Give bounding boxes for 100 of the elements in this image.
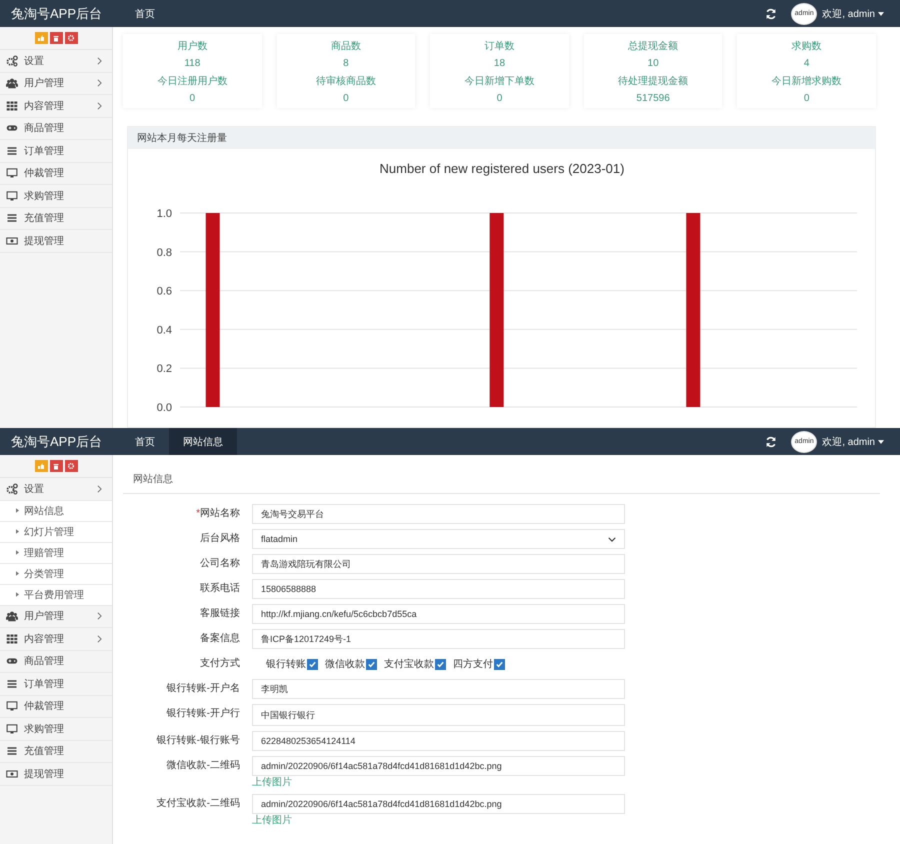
gear-icon xyxy=(66,34,74,42)
input-field[interactable]: 兔淘号交易平台 xyxy=(252,504,625,524)
stat-value: 118 xyxy=(184,58,200,68)
axis-label: 1.0 xyxy=(156,208,172,220)
select-field[interactable]: flatadmin xyxy=(252,529,625,549)
stat-label: 今日新增求购数 xyxy=(772,74,842,88)
grid-icon xyxy=(6,632,18,645)
checkbox[interactable] xyxy=(494,658,505,670)
stat-label: 商品数 xyxy=(330,40,361,52)
sidebar-item[interactable]: 仲裁管理 xyxy=(0,162,112,185)
panel-title: 网站本月每天注册量 xyxy=(137,132,227,145)
sidebar-item[interactable]: 充值管理 xyxy=(0,208,112,230)
stat-value: 0 xyxy=(190,92,196,104)
submenu-item[interactable]: 分类管理 xyxy=(0,564,112,584)
user-menu[interactable]: 欢迎, admin xyxy=(817,0,900,27)
sidebar-item[interactable]: 用户管理 xyxy=(0,606,112,628)
stat-label: 待处理提现金额 xyxy=(618,74,688,88)
stat-value: 0 xyxy=(804,92,810,104)
nav-tab[interactable]: 首页 xyxy=(121,428,169,455)
monitor-icon xyxy=(6,167,18,180)
option-label: 四方支付 xyxy=(453,658,493,671)
axis-label: 0.8 xyxy=(156,246,172,259)
sidebar-item[interactable]: 充值管理 xyxy=(0,740,112,763)
field-label: 客服链接 xyxy=(199,606,241,621)
stat-value: 18 xyxy=(494,58,506,68)
sidebar-item[interactable]: 设置 xyxy=(0,50,112,72)
user-menu[interactable]: 欢迎, admin xyxy=(817,428,900,455)
field-label: *网站名称 xyxy=(195,506,241,521)
app-title: 兔淘号APP后台 xyxy=(10,432,102,450)
sidebar-item[interactable]: 仲裁管理 xyxy=(0,696,112,718)
textarea-field[interactable]: 中国银行银行 xyxy=(252,704,625,726)
tool-button[interactable] xyxy=(50,32,62,44)
sidebar-item[interactable]: 求购管理 xyxy=(0,718,112,740)
field-label: 银行转账-开户名 xyxy=(166,682,241,696)
chevron-down-icon xyxy=(608,536,616,542)
field-label: 支付方式 xyxy=(199,656,241,671)
submenu-item[interactable]: 平台费用管理 xyxy=(0,584,112,606)
caret-icon xyxy=(878,440,884,444)
caret-icon xyxy=(16,571,19,576)
stat-label: 求购数 xyxy=(792,40,822,52)
thumb-icon xyxy=(36,34,44,42)
field-label: 备案信息 xyxy=(199,632,241,646)
input-field[interactable]: 6228480253654124114 xyxy=(252,731,625,751)
sidebar-item[interactable]: 提现管理 xyxy=(0,763,112,786)
nav-tab[interactable]: 网站信息 xyxy=(169,428,237,455)
input-field[interactable]: 青岛游戏陪玩有限公司 xyxy=(252,554,625,574)
refresh-icon[interactable] xyxy=(765,436,778,448)
stat-value: 8 xyxy=(343,58,349,68)
caret-icon xyxy=(16,529,19,534)
tool-button[interactable] xyxy=(50,460,62,472)
input-field[interactable]: admin/20220906/6f14ac581a78d4fcd41d81681d1d42bc.png xyxy=(252,794,625,814)
sidebar-item[interactable]: 订单管理 xyxy=(0,140,112,162)
input-field[interactable]: 15806588888 xyxy=(252,579,625,599)
sidebar-item[interactable]: 内容管理 xyxy=(0,628,112,650)
users-icon xyxy=(6,610,18,622)
axis-label: 0.2 xyxy=(156,363,172,376)
monitor-icon xyxy=(6,700,18,712)
sidebar-item[interactable]: 商品管理 xyxy=(0,650,112,673)
sidebar-item[interactable]: 订单管理 xyxy=(0,673,112,696)
option-label: 银行转账 xyxy=(266,658,306,671)
axis-label: 0.0 xyxy=(156,402,172,414)
tool-button[interactable] xyxy=(64,32,78,44)
gears-icon xyxy=(6,482,18,495)
list-icon xyxy=(6,745,18,758)
users-icon xyxy=(6,77,18,90)
checkbox[interactable] xyxy=(366,658,377,670)
list-icon xyxy=(6,678,18,690)
caret-icon xyxy=(16,508,19,513)
submenu-item[interactable]: 理赔管理 xyxy=(0,542,112,564)
chart-title: Number of new registered users (2023-01) xyxy=(379,161,624,176)
sidebar-item[interactable]: 商品管理 xyxy=(0,118,112,140)
input-field[interactable]: http://kf.mjiang.cn/kefu/5c6cbcb7d55ca xyxy=(252,604,625,624)
option-label: 支付宝收款 xyxy=(384,658,434,671)
input-field[interactable]: admin/20220906/6f14ac581a78d4fcd41d81681d1d42bc.png xyxy=(252,756,625,776)
checkbox[interactable] xyxy=(435,658,446,670)
banknote-icon xyxy=(6,768,18,780)
axis-label: 0.4 xyxy=(156,324,172,336)
refresh-icon[interactable] xyxy=(765,8,778,20)
list-icon xyxy=(6,212,18,224)
submenu-item[interactable]: 幻灯片管理 xyxy=(0,522,112,542)
tool-button[interactable] xyxy=(64,460,78,472)
stat-label: 待审核商品数 xyxy=(316,74,376,88)
stat-label: 用户数 xyxy=(177,40,208,52)
option-label: 微信收款 xyxy=(325,658,365,671)
stat-label: 今日新增下单数 xyxy=(464,74,534,88)
nav-tab[interactable]: 首页 xyxy=(121,0,169,27)
sidebar-item[interactable]: 提现管理 xyxy=(0,230,112,252)
field-label: 联系电话 xyxy=(199,582,241,596)
sidebar-item[interactable]: 求购管理 xyxy=(0,185,112,208)
checkbox[interactable] xyxy=(307,658,318,670)
input-field[interactable]: 鲁ICP备12017249号-1 xyxy=(252,629,625,649)
gears-icon xyxy=(6,54,18,67)
page-tab[interactable]: 网站信息 xyxy=(133,474,173,485)
field-label: 支付宝收款-二维码 xyxy=(156,796,241,811)
banknote-icon xyxy=(6,234,18,247)
sidebar-item[interactable]: 用户管理 xyxy=(0,72,112,95)
submenu-item[interactable]: 网站信息 xyxy=(0,500,112,522)
app-title: 兔淘号APP后台 xyxy=(10,4,102,22)
sidebar-item[interactable]: 内容管理 xyxy=(0,95,112,118)
input-field[interactable]: 李明凯 xyxy=(252,679,625,699)
